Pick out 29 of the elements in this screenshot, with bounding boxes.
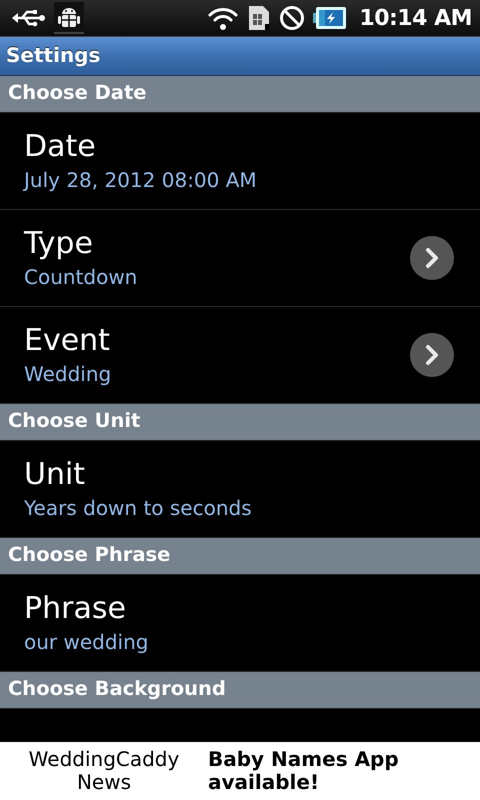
setting-row[interactable]: Type Countdown: [0, 210, 480, 307]
setting-title: Date: [24, 129, 97, 165]
section-header: Choose Phrase: [0, 538, 480, 575]
ad-headline: Baby Names App available!: [208, 748, 400, 794]
ad-banner[interactable]: WeddingCaddy News Baby Names App available!: [0, 742, 480, 800]
setting-summary: July 28, 2012 08:00 AM: [24, 167, 258, 193]
setting-title: Event: [24, 323, 111, 359]
setting-row[interactable]: Date July 28, 2012 08:00 AM: [0, 113, 480, 210]
ad-text: WeddingCaddy News: [28, 748, 180, 794]
clock-time: 10:14 AM: [359, 6, 472, 30]
setting-title: Phrase: [24, 591, 127, 627]
usb-icon: [12, 8, 46, 28]
setting-title: Unit: [24, 457, 86, 493]
setting-summary: Years down to seconds: [24, 495, 253, 521]
setting-summary: Countdown: [24, 264, 138, 290]
section-header: Choose Background: [0, 672, 480, 709]
section-header: Choose Unit: [0, 404, 480, 441]
chevron-right-icon: [410, 236, 454, 280]
setting-summary: Wedding: [24, 361, 112, 387]
wifi-icon: [207, 5, 240, 31]
section-header: Choose Date: [0, 76, 480, 113]
battery-charging-icon: [313, 6, 348, 30]
blocked-icon: [279, 5, 306, 31]
sim-card-icon: [247, 5, 272, 31]
title-bar: Settings: [0, 37, 480, 76]
setting-title: Type: [24, 226, 94, 262]
setting-summary: our wedding: [24, 629, 150, 655]
android-icon: [58, 5, 80, 29]
chevron-right-icon: [410, 333, 454, 377]
